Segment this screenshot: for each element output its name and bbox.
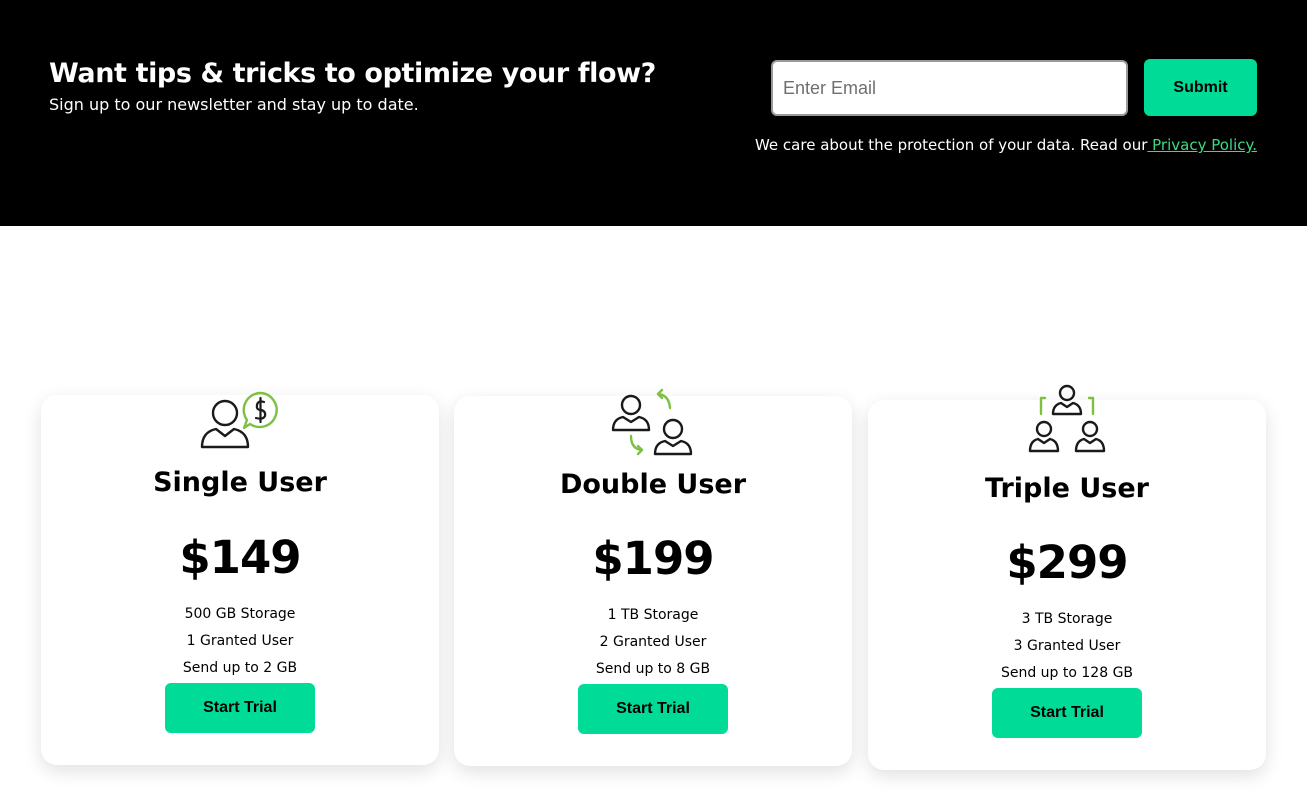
start-trial-button[interactable]: Start Trial: [578, 684, 728, 734]
plan-price: $199: [592, 532, 714, 585]
plan-title: Triple User: [985, 473, 1149, 504]
submit-button[interactable]: Submit: [1144, 59, 1257, 116]
user-group-icon: [1028, 384, 1106, 453]
plan-feature: Send up to 8 GB: [595, 661, 711, 677]
pricing-card-triple: Triple User $299 3 TB Storage 3 Granted …: [868, 384, 1266, 770]
plan-feature: 3 Granted User: [1013, 638, 1121, 654]
plan-feature: 500 GB Storage: [184, 606, 296, 622]
plan-feature: 2 Granted User: [599, 634, 707, 650]
pricing-card-double: Double User $199 1 TB Storage 2 Granted …: [454, 388, 852, 766]
pricing-card-single: Single User $149 500 GB Storage 1 Grante…: [41, 391, 439, 765]
plan-feature: Send up to 128 GB: [1000, 665, 1134, 681]
plan-price: $149: [179, 531, 301, 584]
plan-feature: 1 TB Storage: [607, 607, 699, 623]
start-trial-button[interactable]: Start Trial: [992, 688, 1142, 738]
plan-feature: 3 TB Storage: [1021, 611, 1113, 627]
privacy-text: We care about the protection of your dat…: [754, 136, 1148, 154]
plan-title: Double User: [559, 469, 747, 500]
plan-feature: 1 Granted User: [186, 633, 294, 649]
start-trial-button[interactable]: Start Trial: [165, 683, 315, 733]
plan-feature: Send up to 2 GB: [182, 660, 298, 676]
user-dollar-icon: [200, 391, 278, 449]
email-input[interactable]: [771, 60, 1128, 116]
privacy-notice: We care about the protection of your dat…: [755, 136, 1257, 154]
privacy-policy-link[interactable]: Privacy Policy.: [1147, 136, 1257, 154]
newsletter-section: Want tips & tricks to optimize your flow…: [0, 0, 1307, 226]
plan-title: Single User: [153, 467, 327, 498]
user-swap-icon: [611, 388, 693, 456]
plan-price: $299: [1006, 536, 1128, 589]
newsletter-subtitle: Sign up to our newsletter and stay up to…: [49, 95, 419, 114]
newsletter-title: Want tips & tricks to optimize your flow…: [49, 58, 656, 89]
